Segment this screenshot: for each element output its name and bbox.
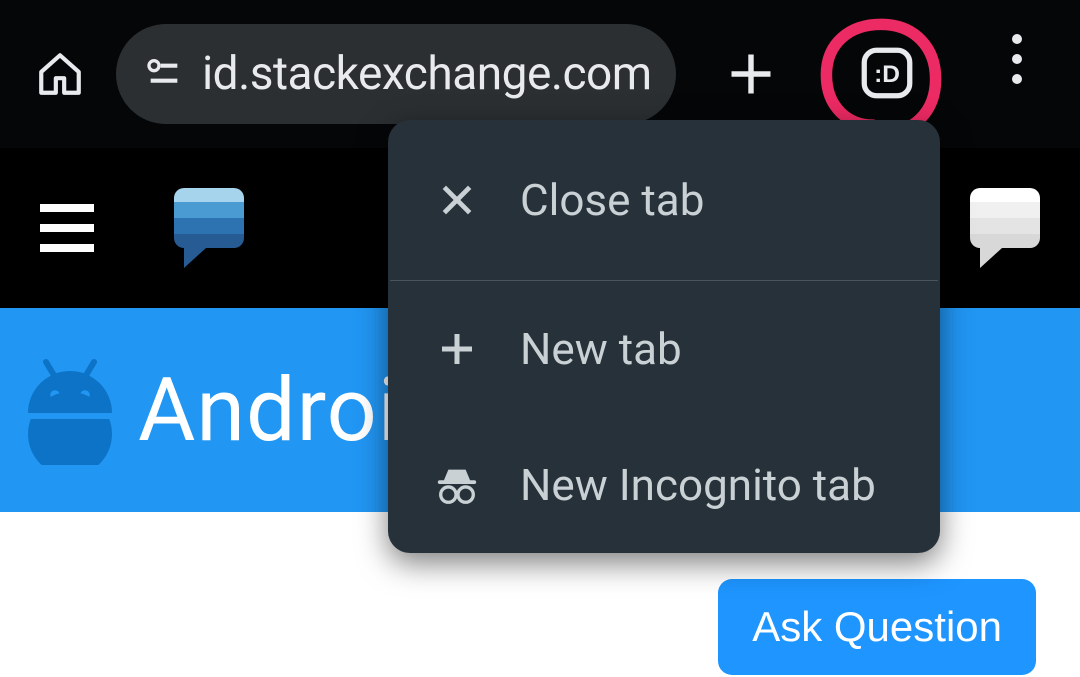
home-button[interactable] — [20, 24, 100, 124]
close-icon — [432, 181, 482, 219]
plus-icon — [432, 329, 482, 369]
incognito-icon — [432, 462, 482, 508]
tab-count-icon: :D — [859, 45, 915, 101]
new-tab-button[interactable] — [716, 48, 786, 100]
address-bar[interactable]: id.stackexchange.com — [116, 24, 676, 124]
menu-item-close-tab[interactable]: Close tab — [388, 120, 940, 280]
menu-label: New tab — [520, 323, 682, 375]
home-icon — [35, 49, 85, 99]
tab-switcher-button[interactable]: :D — [852, 38, 922, 108]
ask-question-button[interactable]: Ask Question — [718, 579, 1036, 675]
kebab-icon — [1012, 34, 1022, 44]
menu-item-new-incognito[interactable]: New Incognito tab — [388, 417, 940, 553]
site-menu-button[interactable] — [40, 204, 94, 252]
plus-icon — [725, 48, 777, 100]
stackexchange-network-button[interactable] — [970, 188, 1040, 268]
android-icon — [22, 355, 118, 465]
url-text: id.stackexchange.com — [202, 47, 652, 101]
hamburger-icon — [40, 204, 94, 212]
menu-label: New Incognito tab — [520, 459, 876, 511]
menu-item-new-tab[interactable]: New tab — [388, 281, 940, 417]
stackexchange-logo[interactable] — [174, 188, 244, 268]
tab-actions-menu: Close tab New tab New Incognito tab — [388, 120, 940, 553]
stackexchange-icon — [174, 188, 244, 248]
svg-text::D: :D — [874, 61, 900, 88]
site-settings-icon[interactable] — [144, 54, 184, 94]
overflow-menu-button[interactable] — [982, 34, 1052, 84]
stackexchange-icon — [970, 188, 1040, 248]
menu-label: Close tab — [520, 174, 704, 226]
